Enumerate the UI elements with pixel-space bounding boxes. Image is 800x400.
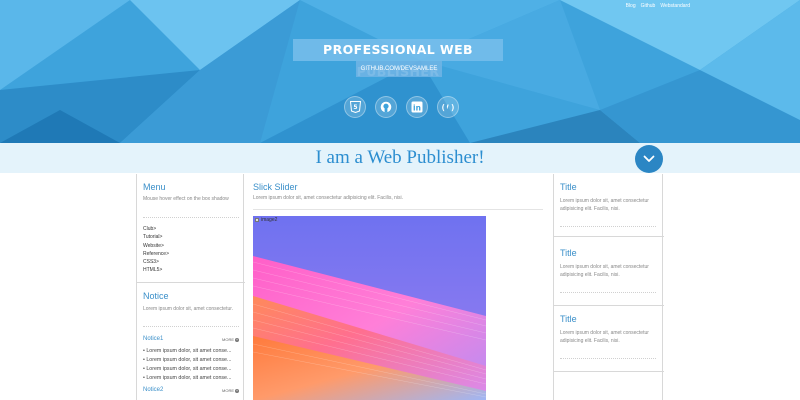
list-item[interactable]: • Lorem ipsum dolor, sit amet conse... xyxy=(143,356,241,365)
block-title: Title xyxy=(560,248,577,258)
social-icons: 5 in ( ) xyxy=(344,96,459,118)
divider xyxy=(560,226,656,227)
divider xyxy=(253,209,543,210)
menu-item-club[interactable]: Club> xyxy=(143,225,169,233)
menu-item-tutorial[interactable]: Tutorial> xyxy=(143,233,169,241)
html5-icon[interactable]: 5 xyxy=(344,96,366,118)
menu-list: Club> Tutorial> Website> Reference> CSS3… xyxy=(143,225,169,275)
divider xyxy=(560,292,656,293)
menu-item-html5[interactable]: HTML5> xyxy=(143,266,169,274)
divider xyxy=(560,358,656,359)
block-title: Title xyxy=(560,182,577,192)
title-block: Title Lorem ipsum dolor sit, amet consec… xyxy=(560,248,656,279)
abstract-gradient-image xyxy=(253,216,486,400)
image-alt-text: image2 xyxy=(261,217,278,223)
right-sidebar: Title Lorem ipsum dolor sit, amet consec… xyxy=(553,174,664,400)
github-icon[interactable] xyxy=(375,96,397,118)
block-description: Lorem ipsum dolor sit, amet consectetur … xyxy=(560,264,649,278)
scroll-down-button[interactable] xyxy=(635,145,663,173)
left-sidebar: Menu Mouse hover effect on the box shado… xyxy=(136,174,245,400)
title-block: Title Lorem ipsum dolor sit, amet consec… xyxy=(560,314,656,345)
site-title: PROFESSIONAL WEB PUBLISHER xyxy=(293,39,503,79)
menu-item-reference[interactable]: Reference> xyxy=(143,250,169,258)
svg-text:5: 5 xyxy=(353,104,357,111)
banner-heading: I am a Web Publisher! xyxy=(315,147,485,168)
plus-icon: + xyxy=(235,388,239,393)
notice2-tab[interactable]: Notice2 xyxy=(143,387,163,393)
more-label: MORE xyxy=(222,388,234,393)
block-description: Lorem ipsum dolor sit, amet consectetur … xyxy=(560,330,649,344)
slider-title: Slick Slider xyxy=(253,182,298,192)
notice1-more-button[interactable]: MORE + xyxy=(222,337,239,342)
freecodecamp-icon[interactable]: ( ) xyxy=(437,96,459,118)
notice-description: Lorem ipsum dolor sit, amet consectetur. xyxy=(143,306,234,312)
section-divider xyxy=(554,371,664,372)
list-item[interactable]: • Lorem ipsum dolor, sit amet conse... xyxy=(143,365,241,374)
image-alt-label: image2 xyxy=(255,217,277,223)
plus-icon: + xyxy=(235,337,239,342)
more-label: MORE xyxy=(222,337,234,342)
menu-item-website[interactable]: Website> xyxy=(143,242,169,250)
menu-title: Menu xyxy=(143,182,166,192)
block-description: Lorem ipsum dolor sit, amet consectetur … xyxy=(560,198,649,212)
menu-item-css3[interactable]: CSS3> xyxy=(143,258,169,266)
section-divider xyxy=(554,305,664,306)
chevron-down-icon xyxy=(643,155,655,162)
slider-image[interactable]: image2 xyxy=(253,216,486,400)
block-title: Title xyxy=(560,314,577,324)
title-block: Title Lorem ipsum dolor sit, amet consec… xyxy=(560,182,656,213)
intro-banner: I am a Web Publisher! xyxy=(0,143,800,173)
divider xyxy=(143,217,239,218)
webstandard-link[interactable]: Webstandard xyxy=(660,3,690,9)
list-item[interactable]: • Lorem ipsum dolor, sit amet conse... xyxy=(143,374,241,383)
svg-text:in: in xyxy=(413,103,421,112)
notice1-tab[interactable]: Notice1 xyxy=(143,336,163,342)
linkedin-icon[interactable]: in xyxy=(406,96,428,118)
broken-image-icon xyxy=(255,218,259,222)
github-link[interactable]: Github xyxy=(641,3,656,9)
site-header: Blog Github Webstandard PROFESSIONAL WEB… xyxy=(0,0,800,143)
section-divider xyxy=(137,282,245,283)
divider xyxy=(143,326,239,327)
slider-description: Lorem ipsum dolor sit, amet consectetur … xyxy=(253,195,404,201)
menu-description: Mouse hover effect on the box shadow xyxy=(143,196,229,202)
notice-title: Notice xyxy=(143,291,169,301)
notice-list: • Lorem ipsum dolor, sit amet conse... •… xyxy=(143,347,241,383)
blog-link[interactable]: Blog xyxy=(626,3,636,9)
github-url-link[interactable]: GITHUB.COM/DEVSAMLEE xyxy=(356,61,442,77)
notice2-more-button[interactable]: MORE + xyxy=(222,388,239,393)
top-links: Blog Github Webstandard xyxy=(626,3,690,9)
section-divider xyxy=(554,236,664,237)
list-item[interactable]: • Lorem ipsum dolor, sit amet conse... xyxy=(143,347,241,356)
